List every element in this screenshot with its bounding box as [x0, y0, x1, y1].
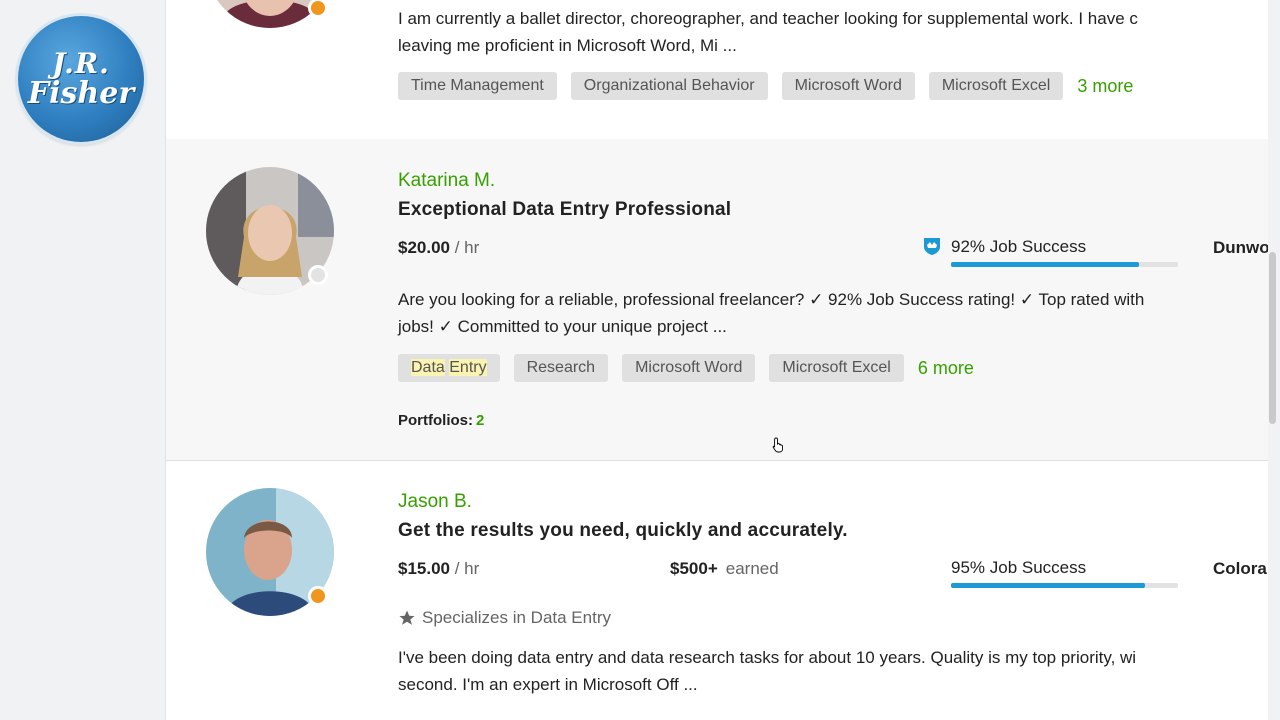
job-success-bar: [951, 262, 1178, 267]
more-skills-link[interactable]: 6 more: [918, 358, 974, 379]
skill-tag[interactable]: Microsoft Word: [781, 72, 915, 100]
availability-dot: [308, 265, 328, 285]
logo-line1: J.R.: [52, 46, 110, 80]
skills-list: Time Management Organizational Behavior …: [398, 72, 1133, 100]
job-success-fill: [951, 262, 1139, 267]
skill-tag[interactable]: Microsoft Word: [622, 354, 756, 382]
rate-unit: / hr: [454, 559, 480, 578]
job-success-label: 95% Job Success: [951, 558, 1087, 577]
skill-tag[interactable]: Microsoft Excel: [928, 72, 1064, 100]
hourly-rate: $15.00 / hr: [398, 559, 479, 579]
portfolios-count[interactable]: Portfolios: 2: [398, 412, 484, 429]
more-skills-link[interactable]: 3 more: [1077, 76, 1133, 97]
hand-cursor-icon: [772, 437, 783, 453]
freelancer-card[interactable]: Jason B. Get the results you need, quick…: [166, 460, 1268, 720]
freelancer-location: Dunwo: [1213, 238, 1268, 257]
rate-amount: $20.00: [398, 238, 450, 257]
specializes-label: Specializes in Data Entry: [398, 608, 611, 628]
job-success-bar: [951, 583, 1178, 588]
freelancer-name-link[interactable]: Jason B.: [398, 491, 472, 513]
job-success-fill: [951, 583, 1146, 588]
avatar[interactable]: [206, 0, 334, 28]
rate-amount: $15.00: [398, 559, 450, 578]
skill-tag[interactable]: Time Management: [398, 72, 557, 100]
avatar[interactable]: [206, 167, 334, 295]
availability-dot: [308, 0, 328, 18]
logo-line2: Fisher: [27, 75, 135, 111]
freelancer-card[interactable]: I am currently a ballet director, choreo…: [166, 0, 1268, 140]
freelancer-description: I am currently a ballet director, choreo…: [398, 9, 1138, 55]
rate-unit: / hr: [454, 238, 480, 257]
skills-list: Data Entry Research Microsoft Word Micro…: [398, 354, 974, 382]
freelancer-title[interactable]: Exceptional Data Entry Professional: [398, 199, 731, 221]
freelancer-results-list: I am currently a ballet director, choreo…: [165, 0, 1268, 720]
avatar[interactable]: [206, 488, 334, 616]
job-success-label: 92% Job Success: [951, 237, 1087, 256]
freelancer-card[interactable]: Katarina M. Exceptional Data Entry Profe…: [166, 139, 1268, 461]
earned-amount: $500+ earned: [670, 559, 779, 578]
skill-tag[interactable]: Microsoft Excel: [769, 354, 904, 382]
freelancer-description: Are you looking for a reliable, professi…: [398, 290, 1145, 336]
availability-dot: [308, 586, 328, 606]
page-scrollbar[interactable]: [1269, 252, 1276, 424]
skill-tag-highlighted[interactable]: Data Entry: [398, 354, 500, 382]
star-icon: [399, 610, 415, 625]
freelancer-description: I've been doing data entry and data rese…: [398, 648, 1137, 694]
hourly-rate: $20.00 / hr: [398, 238, 479, 258]
top-rated-shield-icon: [924, 238, 940, 255]
freelancer-title[interactable]: Get the results you need, quickly and ac…: [398, 520, 848, 542]
skill-tag[interactable]: Organizational Behavior: [570, 72, 768, 100]
skill-tag[interactable]: Research: [513, 354, 609, 382]
freelancer-location: Colora: [1213, 559, 1267, 578]
freelancer-name-link[interactable]: Katarina M.: [398, 170, 495, 192]
jr-fisher-logo: J.R. Fisher: [18, 16, 144, 142]
